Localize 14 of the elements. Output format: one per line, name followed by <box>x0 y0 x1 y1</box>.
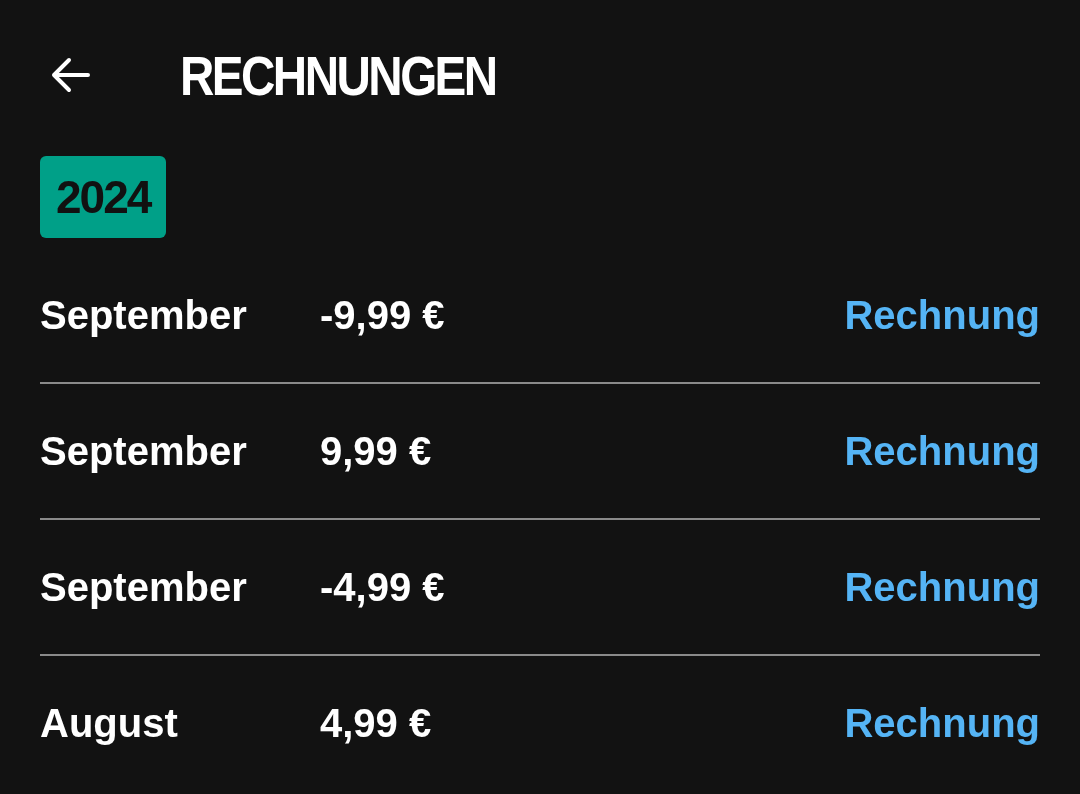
invoice-month: September <box>40 428 248 474</box>
page-title: RECHNUNGEN <box>180 42 496 108</box>
invoice-amount: 9,99 € <box>320 428 433 474</box>
invoice-link[interactable]: Rechnung <box>844 700 1040 746</box>
invoice-month: September <box>40 564 248 610</box>
invoice-link[interactable]: Rechnung <box>844 428 1040 474</box>
invoice-link[interactable]: Rechnung <box>844 564 1040 610</box>
invoice-amount: -4,99 € <box>320 564 446 610</box>
invoice-month: September <box>40 292 248 338</box>
year-badge: 2024 <box>40 156 167 238</box>
invoice-amount: -9,99 € <box>320 292 446 338</box>
invoice-link[interactable]: Rechnung <box>844 292 1040 338</box>
invoice-month: August <box>40 700 179 746</box>
invoice-amount: 4,99 € <box>320 700 433 746</box>
